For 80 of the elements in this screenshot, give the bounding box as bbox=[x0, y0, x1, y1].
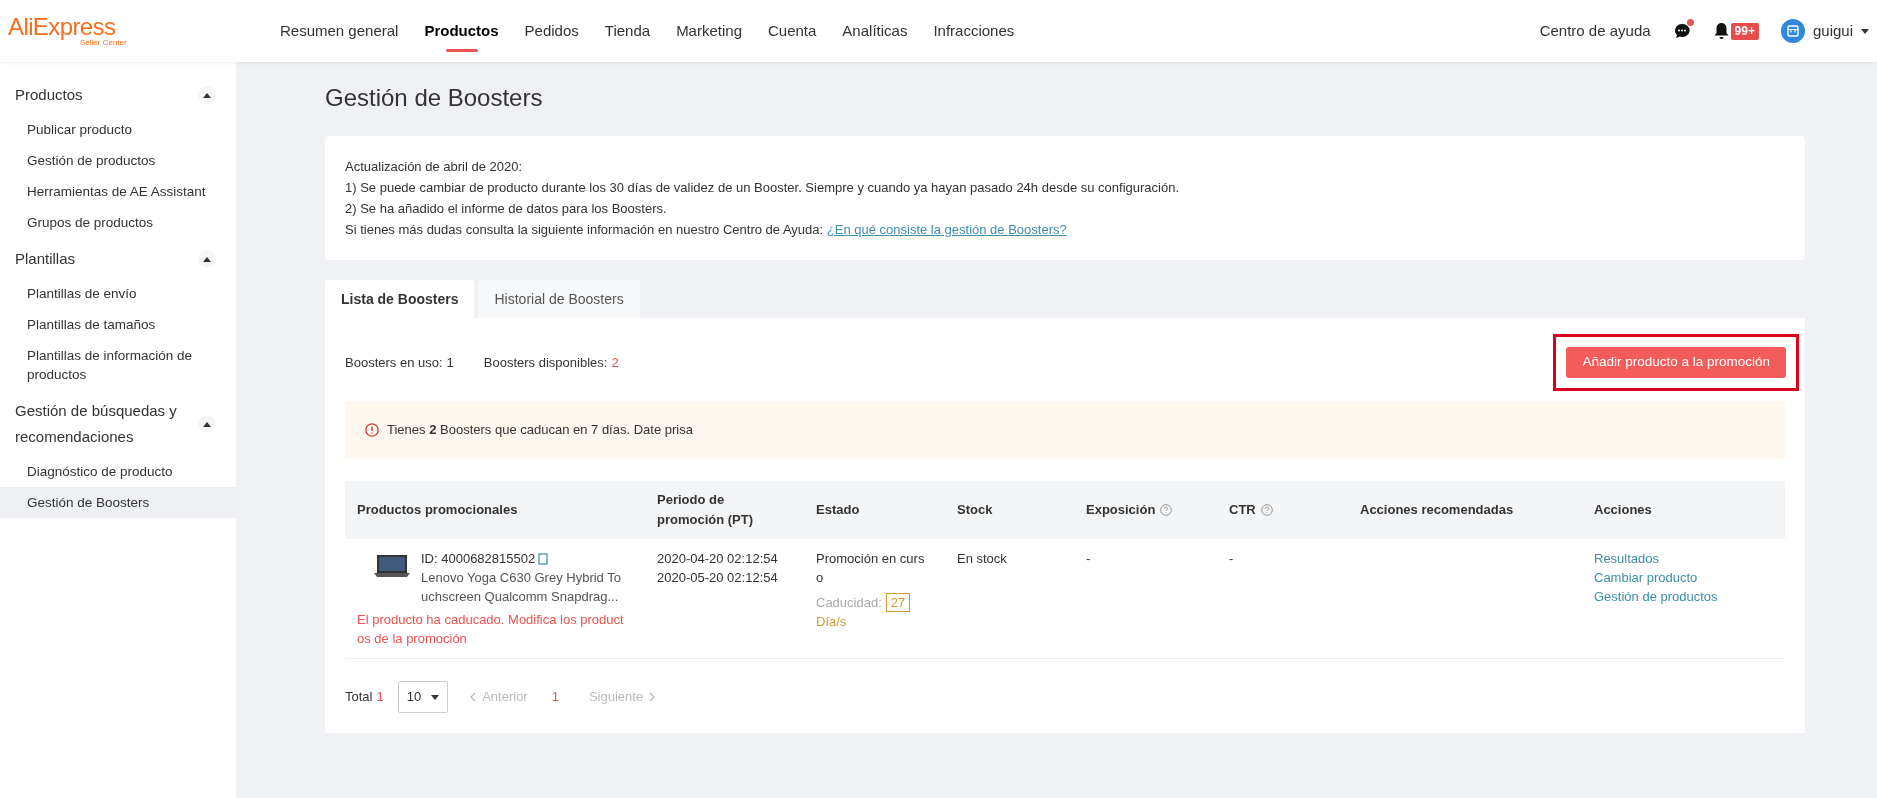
total-label: Total bbox=[345, 688, 373, 707]
column-header: Productos promocionales bbox=[357, 501, 518, 519]
notice-text: 1) Se puede cambiar de producto durante los 30 días de validez de un Booster. Siempre y cuando ya hayan pasado 24h desde su configuración. bbox=[345, 179, 1180, 197]
collapse-toggle[interactable] bbox=[198, 86, 216, 104]
column-header: Acciones bbox=[1594, 501, 1652, 519]
total-count: 1 bbox=[376, 688, 384, 707]
caret-icon bbox=[1861, 28, 1869, 34]
username[interactable]: guigui bbox=[1812, 19, 1853, 43]
sidebar-section-title[interactable]: Plantillas bbox=[15, 246, 198, 272]
tab[interactable]: Historial de Boosters bbox=[478, 280, 640, 318]
column-header: Acciones recomendadas bbox=[1360, 501, 1514, 519]
collapse-toggle[interactable] bbox=[198, 250, 216, 268]
nav-tab[interactable]: Pedidos bbox=[524, 0, 579, 62]
error-message: El producto ha caducado. Modifica los productos de la promoción bbox=[357, 611, 625, 648]
sidebar-item[interactable]: Publicar producto bbox=[0, 114, 236, 145]
help-link[interactable]: ¿En qué consiste la gestión de Boosters? bbox=[826, 222, 1067, 237]
end-date: 2020-05-20 02:12:54 bbox=[657, 569, 779, 587]
product-id: ID: 4000682815502 bbox=[421, 550, 536, 568]
caret-icon bbox=[431, 694, 440, 700]
tab[interactable]: Lista de Boosters bbox=[325, 280, 475, 318]
action-link[interactable]: Resultados bbox=[1594, 549, 1660, 568]
store-avatar-icon[interactable] bbox=[1780, 19, 1805, 43]
stat-value: 1 bbox=[446, 353, 454, 372]
exposure-value: - bbox=[1086, 551, 1091, 566]
nav-tab[interactable]: Cuenta bbox=[768, 0, 817, 62]
chat-icon[interactable] bbox=[1672, 22, 1691, 40]
nav-tab[interactable]: Tienda bbox=[604, 0, 651, 62]
chevron-left-icon bbox=[470, 692, 477, 702]
alert-icon bbox=[365, 423, 379, 437]
stock-status: En stock bbox=[957, 551, 1007, 566]
warning-text: Tienes 2 Boosters que caducan en 7 días. Date prisa bbox=[387, 421, 693, 440]
caret-icon bbox=[203, 256, 211, 262]
start-date: 2020-04-20 02:12:54 bbox=[657, 550, 779, 568]
bell-icon[interactable] bbox=[1712, 22, 1730, 40]
page-size-select[interactable]: 10 bbox=[397, 681, 449, 713]
logo-subtitle: Seller Center bbox=[80, 39, 128, 47]
notice-text: Actualización de abril de 2020: bbox=[345, 158, 524, 176]
sidebar-item[interactable]: Plantillas de tamaños bbox=[0, 309, 236, 340]
ctr-value: - bbox=[1229, 551, 1234, 566]
nav-tab[interactable]: Infracciones bbox=[933, 0, 1015, 62]
stat-value: 2 bbox=[611, 353, 619, 372]
help-center-link[interactable]: Centro de ayuda bbox=[1539, 19, 1651, 43]
nav-tab[interactable]: Resumen general bbox=[280, 0, 399, 62]
nav-tab[interactable]: Marketing bbox=[676, 0, 742, 62]
column-header: Estado bbox=[816, 501, 860, 519]
caret-icon bbox=[203, 421, 211, 427]
copy-icon[interactable] bbox=[538, 552, 550, 565]
sidebar-item[interactable]: Diagnóstico de producto bbox=[0, 456, 236, 487]
sidebar-item[interactable]: Plantillas de información de productos bbox=[0, 340, 236, 390]
sidebar-item[interactable]: Grupos de productos bbox=[0, 207, 236, 238]
notice-text: 2) Se ha añadido el informe de datos para los Boosters. bbox=[345, 200, 668, 218]
sidebar-item[interactable]: Herramientas de AE Assistant bbox=[0, 176, 236, 207]
sidebar-item[interactable]: Plantillas de envío bbox=[0, 278, 236, 309]
status-text: Promoción en curso bbox=[816, 550, 926, 587]
collapse-toggle[interactable] bbox=[198, 415, 216, 433]
expiry-days: 27 bbox=[885, 593, 911, 612]
nav-tab[interactable]: Productos bbox=[424, 0, 499, 62]
expiry-unit: Día/s bbox=[816, 613, 848, 631]
page-number[interactable]: 1 bbox=[551, 687, 559, 707]
notice-text: Si tienes más dudas consulta la siguiente información en nuestro Centro de Ayuda: ¿En qué consiste la gestión de Boosters? bbox=[345, 221, 1068, 239]
sidebar-section-title[interactable]: Productos bbox=[15, 82, 198, 108]
action-link[interactable]: Gestión de productos bbox=[1594, 587, 1718, 606]
sidebar-item[interactable]: Gestión de productos bbox=[0, 145, 236, 176]
stat-label: Boosters en uso: bbox=[345, 353, 443, 372]
caret-icon bbox=[203, 92, 211, 98]
column-header: CTR bbox=[1229, 501, 1256, 519]
column-header: Exposición bbox=[1086, 501, 1156, 519]
expiry-label: Caducidad: bbox=[816, 594, 882, 612]
stat-label: Boosters disponibles: bbox=[483, 353, 608, 372]
notification-badge: 99+ bbox=[1730, 22, 1759, 40]
page-title: Gestión de Boosters bbox=[325, 83, 544, 113]
sidebar-section-title[interactable]: Gestión de búsquedas y recomendaciones bbox=[15, 398, 198, 450]
nav-tab[interactable]: Analíticas bbox=[842, 0, 908, 62]
active-underline bbox=[445, 49, 478, 52]
action-link[interactable]: Cambiar producto bbox=[1594, 568, 1698, 587]
column-header: Stock bbox=[957, 501, 993, 519]
column-header: Periodo de promoción (PT) bbox=[657, 491, 755, 529]
chevron-right-icon bbox=[649, 692, 656, 702]
sidebar-item[interactable]: Gestión de Boosters bbox=[0, 487, 236, 518]
product-name: Lenovo Yoga C630 Grey Hybrid Touchscreen Qualcomm Snapdrag... bbox=[421, 569, 622, 606]
